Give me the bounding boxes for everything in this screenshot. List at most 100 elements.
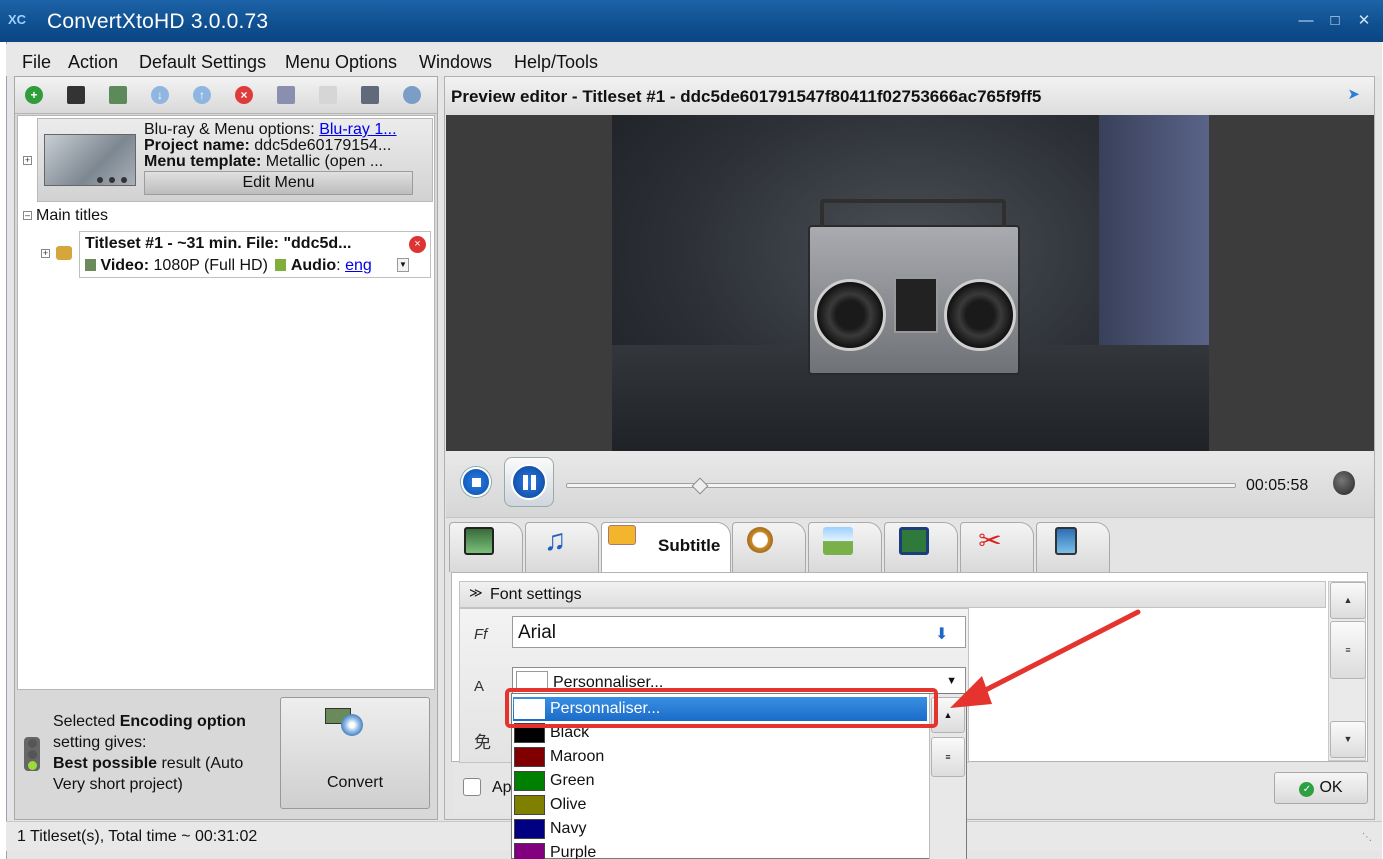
- scroll-down-button[interactable]: ▼: [1330, 721, 1366, 758]
- color-swatch: [514, 795, 545, 815]
- add-icon[interactable]: +: [25, 86, 43, 104]
- menu-windows[interactable]: Windows: [419, 52, 492, 73]
- tab-effects[interactable]: [1036, 522, 1110, 572]
- pause-button[interactable]: [504, 457, 554, 507]
- project-toolbar: + ↓ ↑ ×: [15, 77, 437, 114]
- scroll-thumb[interactable]: ≡: [1330, 621, 1366, 679]
- tab-picture[interactable]: [808, 522, 882, 572]
- move-up-icon[interactable]: ↑: [193, 86, 211, 104]
- status-text: 1 Titleset(s), Total time ~ 00:31:02: [17, 828, 258, 845]
- film-settings-icon[interactable]: [109, 86, 127, 104]
- tab-audio[interactable]: ♫: [525, 522, 599, 572]
- menu-default-settings[interactable]: Default Settings: [139, 52, 266, 73]
- color-swatch: [514, 819, 545, 839]
- minimize-icon[interactable]: —: [1296, 12, 1316, 30]
- annotation-highlight-box: [505, 688, 938, 728]
- color-option-olive[interactable]: Olive: [513, 793, 927, 817]
- expand-titleset-icon[interactable]: +: [41, 249, 50, 258]
- dropdown-scroll-thumb[interactable]: ≡: [931, 737, 965, 777]
- menu-thumbnail: [44, 134, 136, 186]
- apply-label: Ap: [492, 779, 512, 796]
- preview-header: Preview editor - Titleset #1 - ddc5de601…: [445, 77, 1374, 115]
- menu-action[interactable]: Action: [68, 52, 118, 73]
- font-settings-header[interactable]: ≫ Font settings: [459, 581, 1326, 608]
- menu-file[interactable]: File: [22, 52, 51, 73]
- font-family-icon: Ff: [474, 626, 488, 643]
- apply-checkbox[interactable]: [463, 778, 481, 796]
- traffic-light-icon: [24, 737, 40, 771]
- boombox-image: [808, 199, 1020, 375]
- audio-link[interactable]: eng: [345, 257, 372, 274]
- audio-dropdown-icon[interactable]: ▼: [397, 258, 409, 272]
- save-icon[interactable]: [67, 86, 85, 104]
- tab-subtitle[interactable]: Subtitle: [601, 522, 731, 574]
- tab-resize[interactable]: [884, 522, 958, 572]
- video-icon: [85, 259, 96, 271]
- collapse-main-titles-icon[interactable]: –: [23, 211, 32, 220]
- move-down-icon[interactable]: ↓: [151, 86, 169, 104]
- menu-template-line: Menu template: Metallic (open ...: [144, 153, 384, 170]
- charset-icon: 免: [474, 733, 491, 752]
- checkmark-icon: ✓: [1299, 782, 1315, 797]
- music-note-icon: ♫: [543, 524, 567, 557]
- window-title: ConvertXtoHD 3.0.0.73: [47, 10, 269, 33]
- titleset-icon: [56, 246, 72, 260]
- stop-button[interactable]: [461, 467, 491, 497]
- stopwatch-icon: [747, 527, 773, 553]
- scissors-icon: ✂: [978, 525, 1002, 556]
- remove-icon[interactable]: ×: [235, 86, 253, 104]
- encoding-line-1: Selected Encoding option: [53, 713, 246, 730]
- encoding-line-2: setting gives:: [53, 734, 147, 751]
- color-option-green[interactable]: Green: [513, 769, 927, 793]
- expand-project-icon[interactable]: +: [23, 156, 32, 165]
- font-family-select[interactable]: Arial ⬇: [512, 616, 966, 648]
- picture-icon: [823, 527, 853, 555]
- seek-slider[interactable]: [566, 477, 1236, 495]
- title-bar: XC ConvertXtoHD 3.0.0.73 — □ ✕: [0, 0, 1383, 42]
- font-color-icon: A: [474, 678, 485, 695]
- main-titles-label[interactable]: Main titles: [36, 207, 108, 225]
- tools-icon[interactable]: [277, 86, 295, 104]
- playback-time: 00:05:58: [1246, 477, 1309, 494]
- document-icon[interactable]: [319, 86, 337, 104]
- menu-bar: File Action Default Settings Menu Option…: [6, 44, 1382, 76]
- volume-icon[interactable]: [1333, 471, 1355, 495]
- color-swatch: [514, 843, 545, 859]
- color-option-navy[interactable]: Navy: [513, 817, 927, 841]
- tab-chapters[interactable]: [732, 522, 806, 572]
- tab-video[interactable]: [449, 522, 523, 572]
- resize-grip-icon[interactable]: ⋱: [1362, 832, 1372, 843]
- scroll-up-button[interactable]: ▲: [1330, 582, 1366, 619]
- annotation-arrow-icon: [950, 609, 1141, 708]
- preview-title: Preview editor - Titleset #1 - ddc5de601…: [451, 87, 1042, 106]
- app-logo-icon: XC: [8, 12, 27, 27]
- video-frame[interactable]: [612, 115, 1209, 451]
- speech-bubble-icon: [608, 525, 636, 545]
- encoding-line-4: Very short project): [53, 776, 183, 793]
- menu-menu-options[interactable]: Menu Options: [285, 52, 397, 73]
- convert-button[interactable]: Convert: [280, 697, 430, 809]
- arrow-right-icon[interactable]: ➤: [1347, 85, 1360, 103]
- collapse-chevron-icon: ≫: [469, 585, 483, 600]
- color-swatch: [514, 771, 545, 791]
- color-option-purple[interactable]: Purple: [513, 841, 927, 859]
- monitor-icon[interactable]: [361, 86, 379, 104]
- maximize-icon[interactable]: □: [1325, 12, 1345, 30]
- remove-titleset-icon[interactable]: ×: [409, 236, 426, 253]
- ok-button[interactable]: ✓ OK: [1274, 772, 1368, 804]
- titleset-title: Titleset #1 - ~31 min. File: "ddc5d...: [85, 235, 352, 252]
- film-icon: [464, 527, 494, 555]
- resize-icon: [899, 527, 929, 555]
- options-link[interactable]: Blu-ray 1...: [319, 121, 396, 138]
- edit-menu-button[interactable]: Edit Menu: [144, 171, 413, 195]
- film-strip-icon: [1055, 527, 1077, 555]
- convert-icon: [325, 708, 365, 736]
- menu-help-tools[interactable]: Help/Tools: [514, 52, 598, 73]
- close-icon[interactable]: ✕: [1354, 12, 1374, 30]
- color-swatch: [514, 747, 545, 767]
- audio-icon: [275, 259, 287, 271]
- color-option-maroon[interactable]: Maroon: [513, 745, 927, 769]
- tab-cut[interactable]: ✂: [960, 522, 1034, 572]
- titleset-details: Video: 1080P (Full HD) Audio: eng: [85, 257, 372, 275]
- disc-icon[interactable]: [403, 86, 421, 104]
